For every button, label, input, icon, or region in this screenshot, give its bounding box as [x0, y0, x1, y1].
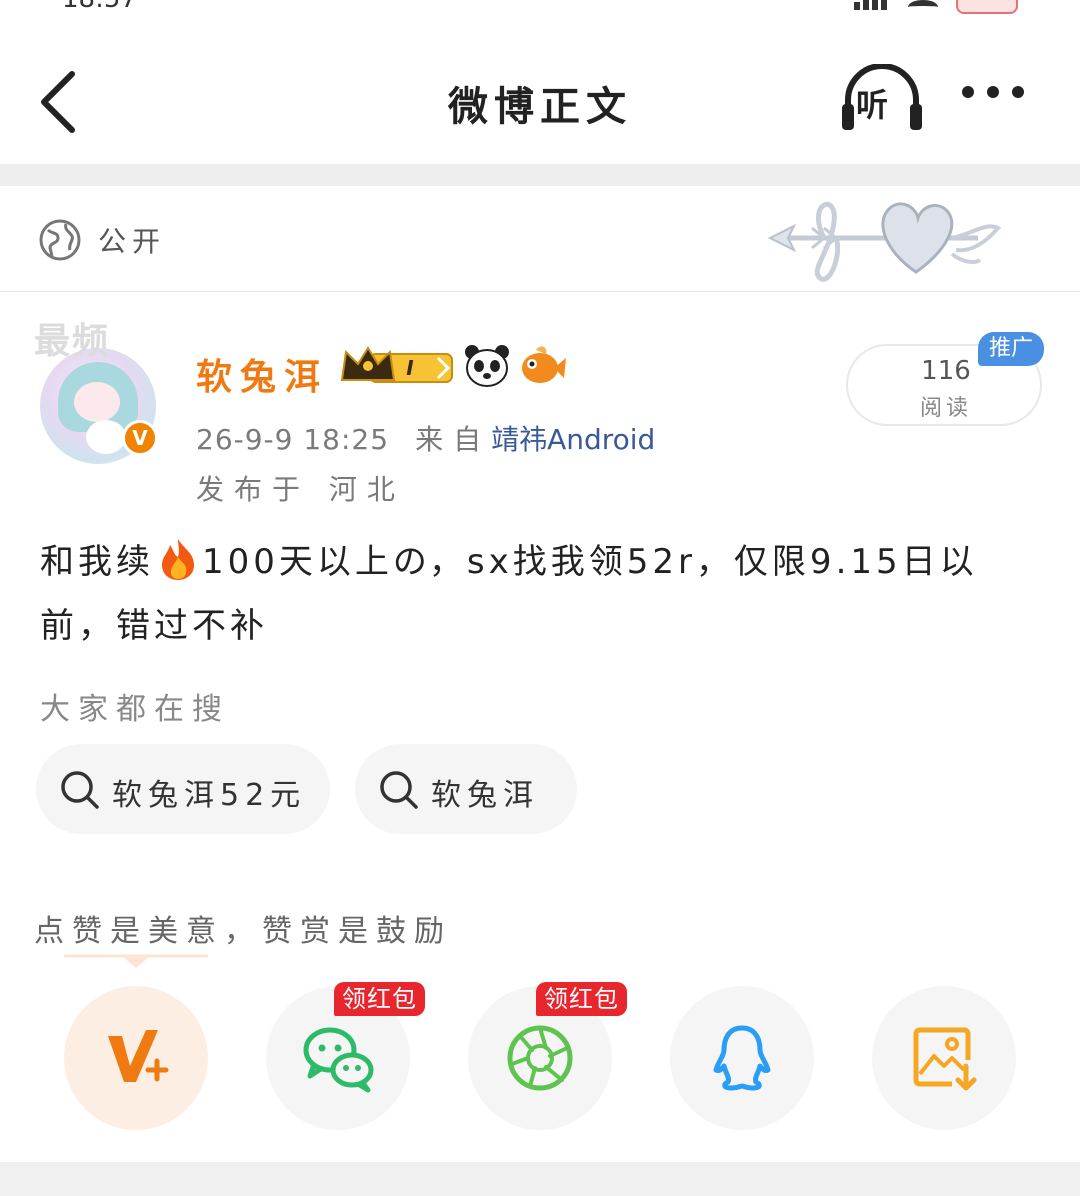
search-chip-label: 软兔洱: [431, 778, 539, 813]
reward-button[interactable]: [64, 986, 208, 1130]
share-wechat-button[interactable]: 领红包: [266, 982, 425, 1130]
status-bar: 18:57: [0, 0, 1080, 22]
search-icon: [380, 771, 418, 809]
promote-tag[interactable]: 推广: [978, 332, 1044, 366]
post-from-label: 来自: [415, 423, 492, 456]
red-packet-badge: 领红包: [334, 982, 425, 1016]
dot-icon: [1012, 86, 1024, 98]
avatar[interactable]: 最频 V: [34, 320, 162, 464]
post-date: 26-9-9 18:25: [196, 423, 390, 456]
share-qq-button[interactable]: [670, 986, 814, 1130]
post-card: 最频 V 软兔洱 I 26-9-9 18:25 来自靖祎Android 发布于 河…: [0, 292, 1080, 1162]
post-text: 和我续: [40, 542, 154, 582]
bottom-divider: [0, 1162, 1080, 1196]
more-options-button[interactable]: [962, 86, 1034, 112]
visibility-label: 公开: [98, 225, 167, 258]
v-plus-icon: [108, 1030, 169, 1082]
heart-arrow-decoration: [767, 201, 1002, 282]
search-chip[interactable]: 软兔洱52元: [36, 744, 330, 834]
goldfish-icon[interactable]: [516, 344, 566, 388]
nav-bar: 微博正文 听: [0, 30, 1080, 166]
dot-icon: [987, 86, 999, 98]
status-time: 18:57: [62, 0, 137, 14]
post-device-link[interactable]: 靖祎Android: [491, 423, 655, 456]
search-chip[interactable]: 软兔洱: [355, 744, 577, 834]
post-body: 和我续 100天以上の，sx找我领52r，仅限9.15日以前，错过不补: [40, 530, 1040, 658]
red-packet-badge: 领红包: [536, 982, 627, 1016]
crown-icon: I: [340, 346, 453, 383]
search-icon: [61, 771, 99, 809]
wifi-icon: [908, 0, 938, 14]
share-moments-button[interactable]: 领红包: [468, 982, 627, 1130]
read-label: 阅读: [919, 396, 972, 421]
post-location: 发布于 河北: [196, 473, 405, 506]
dot-icon: [962, 86, 974, 98]
listen-label: 听: [856, 86, 889, 124]
section-divider: [0, 164, 1080, 186]
signal-icon: [854, 0, 890, 14]
save-image-icon: [913, 1027, 977, 1091]
panda-icon[interactable]: [464, 344, 510, 388]
trending-search-heading: 大家都在搜: [40, 692, 230, 727]
save-image-button[interactable]: [872, 986, 1016, 1130]
vip-crown-badge[interactable]: I: [340, 344, 454, 388]
post-meta: 26-9-9 18:25 来自靖祎Android: [196, 418, 655, 458]
reward-hint: 点赞是美意，赞赏是鼓励: [34, 914, 452, 949]
globe-icon: [39, 219, 81, 261]
status-icons: [854, 0, 1018, 14]
listen-button[interactable]: 听: [838, 64, 926, 134]
verified-badge: V: [122, 420, 158, 456]
qq-icon: [713, 1025, 771, 1091]
username[interactable]: 软兔洱: [196, 348, 328, 400]
fire-icon: [162, 539, 194, 580]
pointer-triangle: [64, 954, 208, 968]
visibility-row: 公开: [0, 186, 1080, 292]
search-chip-label: 软兔洱52元: [112, 778, 307, 813]
vip-level-text: I: [406, 356, 414, 380]
battery-icon: [956, 0, 1018, 14]
wechat-icon: [303, 1027, 374, 1093]
avatar-overlay-text: 最频: [34, 321, 111, 362]
moments-icon: [507, 1025, 573, 1091]
